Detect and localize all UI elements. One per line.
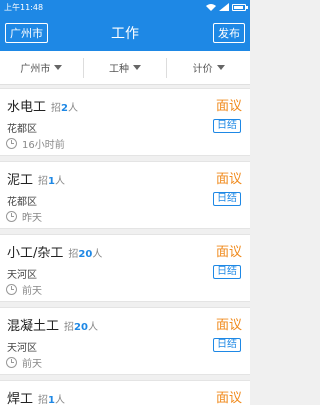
job-time: 前天 <box>6 355 42 370</box>
job-time-label: 昨天 <box>22 213 42 224</box>
job-hiring-count: 招1人 <box>38 176 65 187</box>
filter-pricing[interactable]: 计价 <box>166 57 250 78</box>
status-icons <box>206 3 248 11</box>
clock-icon <box>6 357 17 368</box>
job-salary: 面议 <box>215 391 242 405</box>
status-time: 上午11:48 <box>4 2 44 12</box>
clock-icon <box>6 284 17 295</box>
job-time-label: 前天 <box>22 359 42 370</box>
pay-type-badge: 日结 <box>213 338 241 352</box>
filter-pricing-label: 计价 <box>192 64 213 75</box>
clock-icon <box>6 138 17 149</box>
caret-down-icon <box>216 65 225 70</box>
job-district: 花都区 <box>7 197 37 208</box>
job-title: 泥工 <box>7 173 34 188</box>
job-hiring-count: 招20人 <box>68 249 103 260</box>
filter-job-type-label: 工种 <box>109 64 129 75</box>
filter-job-type[interactable]: 工种 <box>82 57 167 78</box>
signal-icon <box>219 3 229 11</box>
job-salary: 面议 <box>215 318 242 333</box>
job-card[interactable]: 水电工 招2人 面议 花都区 日结 16小时前 <box>0 88 250 156</box>
battery-icon <box>232 3 248 11</box>
job-card[interactable]: 小工/杂工 招20人 面议 天河区 日结 前天 <box>0 234 250 302</box>
job-district: 天河区 <box>7 343 37 354</box>
publish-button[interactable]: 发布 <box>213 23 245 43</box>
job-salary: 面议 <box>215 172 242 187</box>
job-title: 小工/杂工 <box>7 246 64 261</box>
job-salary: 面议 <box>215 245 242 260</box>
job-time: 昨天 <box>6 209 42 224</box>
job-hiring-count: 招2人 <box>51 103 78 114</box>
caret-down-icon <box>133 65 141 70</box>
job-card[interactable]: 泥工 招1人 面议 花都区 日结 昨天 <box>0 161 250 229</box>
job-time-label: 前天 <box>22 286 42 297</box>
job-card[interactable]: 焊工 招1人 面议 <box>0 380 250 405</box>
pay-type-badge: 日结 <box>213 119 241 133</box>
pay-type-badge: 日结 <box>213 192 241 206</box>
job-time: 16小时前 <box>6 136 65 151</box>
job-title: 混凝土工 <box>7 319 60 334</box>
caret-down-icon <box>54 65 63 70</box>
job-card[interactable]: 混凝土工 招20人 面议 天河区 日结 前天 <box>0 307 250 375</box>
filter-bar: 广州市 工种 计价 <box>0 51 250 85</box>
job-time: 前天 <box>6 282 42 297</box>
wifi-icon <box>206 4 216 11</box>
pay-type-badge: 日结 <box>213 265 241 279</box>
job-title: 水电工 <box>7 100 47 115</box>
job-hiring-count: 招1人 <box>38 395 65 405</box>
job-hiring-count: 招20人 <box>64 322 98 333</box>
filter-city[interactable]: 广州市 <box>0 58 83 78</box>
job-title: 焊工 <box>7 392 34 405</box>
filter-city-label: 广州市 <box>20 64 51 75</box>
app-header: 广州市 工作 发布 <box>0 14 250 51</box>
job-district: 花都区 <box>7 124 37 135</box>
job-salary: 面议 <box>215 99 242 114</box>
page-title: 工作 <box>111 25 139 42</box>
status-bar: 上午11:48 <box>0 0 250 14</box>
city-select-button[interactable]: 广州市 <box>5 23 48 43</box>
job-time-label: 16小时前 <box>22 140 65 151</box>
clock-icon <box>6 211 17 222</box>
job-district: 天河区 <box>7 270 37 281</box>
